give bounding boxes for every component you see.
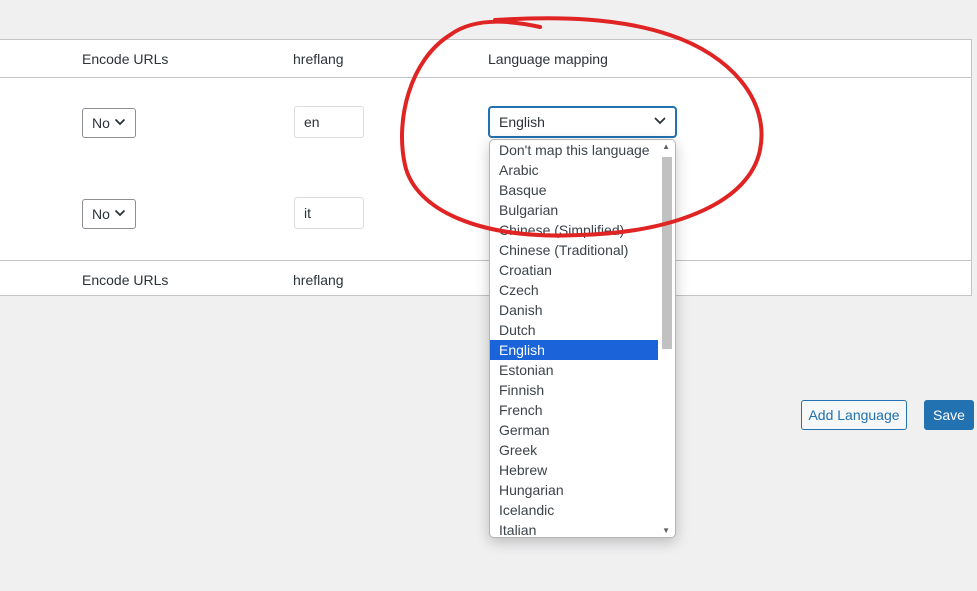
- add-language-button[interactable]: Add Language: [801, 400, 907, 430]
- table-header: Encode URLs hreflang Language mapping: [0, 40, 971, 78]
- scrollbar-thumb[interactable]: [662, 157, 672, 349]
- dropdown-option[interactable]: Finnish: [490, 380, 658, 400]
- dropdown-option[interactable]: Croatian: [490, 260, 658, 280]
- dropdown-options: Don't map this language Arabic Basque Bulga…: [490, 140, 675, 537]
- dropdown-option[interactable]: Arabic: [490, 160, 658, 180]
- dropdown-option[interactable]: Don't map this language: [490, 140, 658, 160]
- dropdown-option[interactable]: Hebrew: [490, 460, 658, 480]
- encode-urls-value: No: [92, 206, 110, 222]
- language-mapping-value: English: [499, 114, 545, 130]
- dropdown-option[interactable]: Chinese (Simplified): [490, 220, 658, 240]
- encode-urls-select-row1[interactable]: No: [82, 108, 136, 138]
- chevron-down-icon: [114, 118, 126, 126]
- language-mapping-select[interactable]: English: [488, 106, 677, 138]
- dropdown-option[interactable]: German: [490, 420, 658, 440]
- dropdown-scrollbar[interactable]: ▲ ▼: [658, 140, 675, 537]
- chevron-down-icon: [114, 209, 126, 217]
- column-header-language-mapping: Language mapping: [488, 51, 608, 67]
- dropdown-option[interactable]: Estonian: [490, 360, 658, 380]
- dropdown-option[interactable]: Czech: [490, 280, 658, 300]
- footer-hreflang: hreflang: [293, 272, 344, 288]
- footer-encode-urls: Encode URLs: [82, 272, 169, 288]
- dropdown-option[interactable]: Basque: [490, 180, 658, 200]
- scroll-down-arrow-icon[interactable]: ▼: [662, 526, 670, 535]
- dropdown-option[interactable]: French: [490, 400, 658, 420]
- save-button[interactable]: Save: [924, 400, 974, 430]
- hreflang-input-row1[interactable]: en: [294, 106, 364, 138]
- encode-urls-value: No: [92, 115, 110, 131]
- scroll-up-arrow-icon[interactable]: ▲: [662, 142, 670, 151]
- dropdown-option[interactable]: Hungarian: [490, 480, 658, 500]
- dropdown-option[interactable]: Bulgarian: [490, 200, 658, 220]
- column-header-hreflang: hreflang: [293, 51, 344, 67]
- dropdown-option[interactable]: Italian: [490, 520, 658, 537]
- dropdown-option[interactable]: Chinese (Traditional): [490, 240, 658, 260]
- dropdown-option[interactable]: Danish: [490, 300, 658, 320]
- encode-urls-select-row2[interactable]: No: [82, 199, 136, 229]
- dropdown-option[interactable]: Dutch: [490, 320, 658, 340]
- dropdown-option[interactable]: Icelandic: [490, 500, 658, 520]
- language-table: Encode URLs hreflang Language mapping No…: [0, 39, 972, 296]
- table-footer: Encode URLs hreflang: [0, 260, 971, 298]
- dropdown-option[interactable]: English: [490, 340, 658, 360]
- column-header-encode-urls: Encode URLs: [82, 51, 169, 67]
- language-dropdown-list[interactable]: Don't map this language Arabic Basque Bulga…: [489, 139, 676, 538]
- hreflang-input-row2[interactable]: it: [294, 197, 364, 229]
- chevron-down-icon: [654, 117, 666, 125]
- dropdown-option[interactable]: Greek: [490, 440, 658, 460]
